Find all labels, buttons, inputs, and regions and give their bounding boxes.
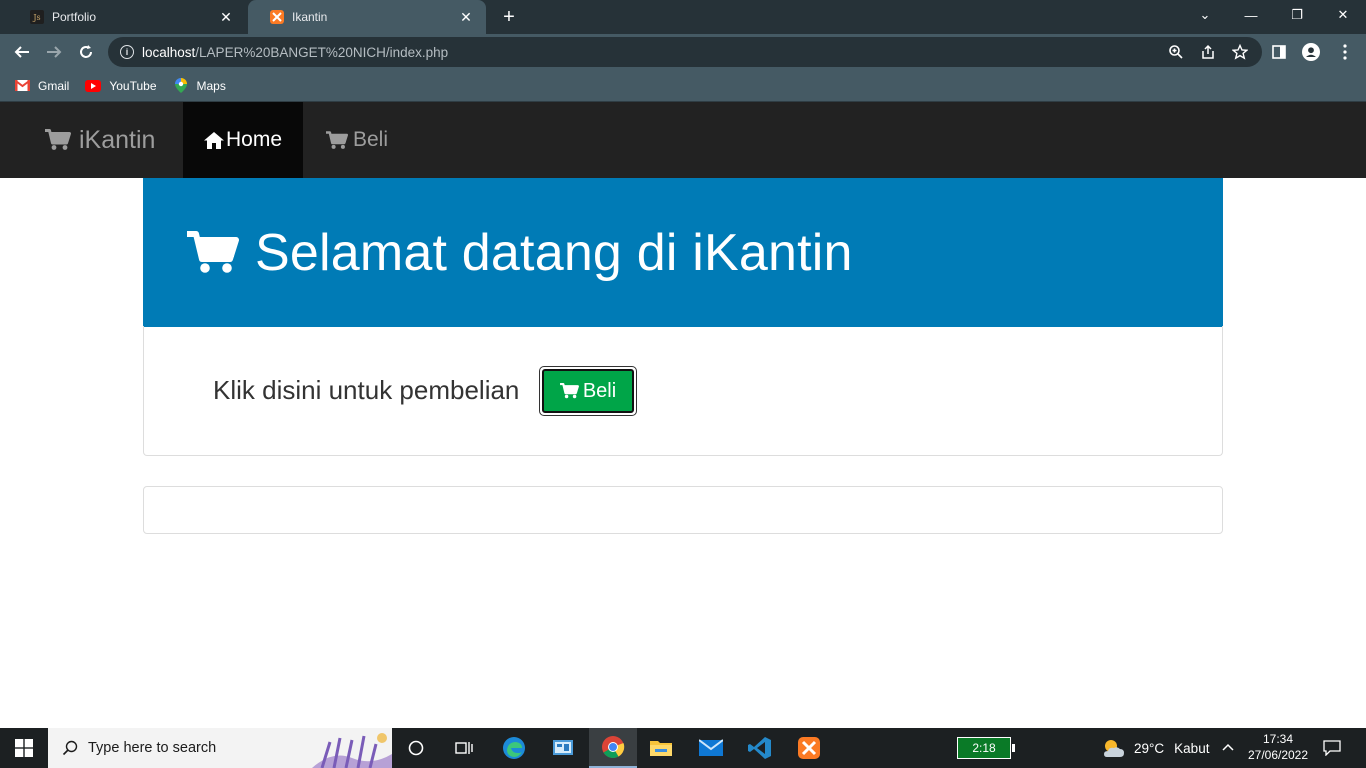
nav-home-label: Home (225, 128, 283, 151)
gmail-icon (14, 80, 30, 92)
page-title: Selamat datang di iKantin (255, 223, 853, 282)
windows-taskbar: Type here to search 2:18 29°C Kabut 17:3… (0, 728, 1366, 768)
zoom-icon[interactable] (1167, 43, 1185, 61)
brand-name: iKantin (79, 125, 156, 154)
cart-icon (187, 230, 239, 273)
restore-button[interactable]: ❐ (1274, 0, 1320, 30)
new-tab-button[interactable]: + (498, 6, 520, 28)
welcome-jumbotron: Selamat datang di iKantin (143, 178, 1223, 327)
cart-icon (45, 129, 71, 150)
search-highlight-lavender-icon (312, 728, 392, 768)
share-icon[interactable] (1199, 43, 1217, 61)
xampp-favicon-icon (270, 10, 284, 24)
browser-toolbar: i localhost/LAPER%20BANGET%20NICH/index.… (0, 34, 1366, 70)
tab-portfolio[interactable]: Js Portfolio ✕ (8, 0, 246, 34)
menu-kebab-icon[interactable] (1336, 43, 1354, 61)
bookmark-star-icon[interactable] (1231, 43, 1249, 61)
bookmark-youtube[interactable]: YouTube (85, 78, 157, 93)
svg-text:Js: Js (32, 13, 40, 22)
site-navbar: iKantin Home Beli (0, 102, 1366, 178)
cart-icon (559, 383, 579, 399)
xampp-icon[interactable] (785, 728, 833, 768)
weather-temperature: 29°C (1134, 740, 1165, 756)
search-placeholder: Type here to search (88, 740, 217, 756)
cart-icon (326, 130, 348, 149)
task-view-icon[interactable] (440, 728, 488, 768)
back-arrow-icon[interactable] (8, 38, 36, 66)
minimize-button[interactable]: — (1228, 0, 1274, 30)
weather-condition: Kabut (1174, 740, 1210, 756)
bookmark-label: Gmail (38, 78, 70, 93)
tab-close-icon[interactable]: ✕ (218, 9, 234, 25)
mail-icon[interactable] (687, 728, 735, 768)
tab-search-chevron-down-icon[interactable]: ⌄ (1182, 0, 1228, 30)
tab-close-icon[interactable]: ✕ (458, 9, 474, 25)
taskbar-search-input[interactable]: Type here to search (48, 728, 392, 768)
forward-arrow-icon[interactable] (40, 38, 68, 66)
vscode-icon[interactable] (736, 728, 784, 768)
nav-beli[interactable]: Beli (326, 102, 388, 178)
chrome-icon[interactable] (589, 728, 637, 768)
cortana-icon[interactable] (392, 728, 440, 768)
portfolio-favicon-icon: Js (30, 10, 44, 24)
home-icon (203, 131, 224, 149)
notification-center-icon[interactable] (1320, 736, 1344, 760)
tab-ikantin[interactable]: Ikantin ✕ (248, 0, 486, 34)
maps-icon (173, 78, 189, 93)
file-explorer-icon[interactable] (637, 728, 685, 768)
url-path: /LAPER%20BANGET%20NICH/index.php (195, 44, 449, 60)
brand-link[interactable]: iKantin (45, 102, 155, 178)
beli-button-label: Beli (582, 379, 617, 402)
control-panel-icon[interactable] (539, 728, 587, 768)
edge-icon[interactable] (490, 728, 538, 768)
windows-start-icon[interactable] (0, 728, 48, 768)
purchase-prompt-text: Klik disini untuk pembelian (213, 375, 520, 405)
tab-title: Portfolio (52, 10, 97, 24)
bookmark-label: Maps (196, 78, 226, 93)
nav-home[interactable]: Home (183, 102, 303, 178)
bookmark-gmail[interactable]: Gmail (14, 79, 69, 93)
bookmark-label: YouTube (109, 78, 157, 93)
purchase-panel: Klik disini untuk pembelian Beli (143, 326, 1223, 456)
empty-panel (143, 486, 1223, 534)
side-panel-icon[interactable] (1270, 43, 1288, 61)
nav-beli-label: Beli (353, 128, 389, 151)
reload-icon[interactable] (72, 38, 100, 66)
clock-time: 17:34 (1262, 732, 1294, 746)
beli-button[interactable]: Beli (539, 366, 637, 416)
beli-button-face: Beli (542, 369, 634, 413)
bookmarks-bar: Gmail YouTube Maps (0, 70, 1366, 102)
show-hidden-icons-chevron-up-icon[interactable] (1222, 739, 1234, 754)
clock-date: 27/06/2022 (1247, 748, 1309, 762)
battery-indicator[interactable]: 2:18 (957, 737, 1015, 759)
profile-avatar-icon[interactable] (1302, 43, 1320, 61)
site-info-icon[interactable]: i (120, 45, 134, 59)
address-bar[interactable]: i localhost/LAPER%20BANGET%20NICH/index.… (108, 37, 1262, 67)
taskbar-clock[interactable]: 17:34 27/06/2022 (1244, 731, 1312, 763)
search-icon (62, 740, 78, 756)
partly-cloudy-icon (1104, 740, 1124, 757)
url-host: localhost (142, 44, 196, 60)
weather-widget[interactable]: 29°C Kabut (1102, 728, 1209, 768)
close-window-button[interactable]: ✕ (1320, 0, 1366, 30)
youtube-icon (85, 79, 102, 92)
tab-title: Ikantin (292, 10, 328, 24)
browser-tab-strip: Js Portfolio ✕ Ikantin ✕ + ⌄ — ❐ ✕ (0, 0, 1366, 34)
bookmark-maps[interactable]: Maps (173, 78, 226, 93)
